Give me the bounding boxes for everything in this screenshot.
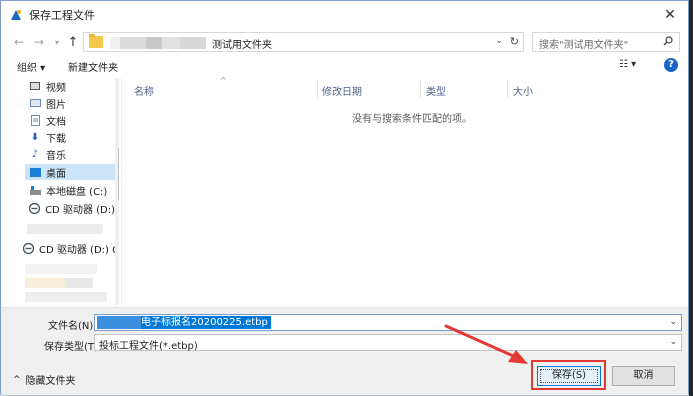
sidebar-item-label: 下载 [46,133,66,145]
chevron-down-icon[interactable]: ⌄ [669,337,677,347]
breadcrumb-current-folder[interactable]: 测试用文件夹 [212,36,272,51]
chevron-down-icon[interactable]: ⌄ [495,36,503,46]
save-options-panel: 文件名(N): 电子标报名20200225.etbp ⌄ 保存类型(T): 投标… [1,307,688,395]
video-icon [29,80,41,92]
sort-ascending-icon: ^ [220,76,227,85]
navigation-pane: 视频 图片 文档 ⬇ 下载 ♪ 音乐 桌面 本地磁盘 (C:) CD 驱动器 (… [11,78,119,305]
cancel-button[interactable]: 取消 [612,366,675,386]
sidebar-item-documents[interactable]: 文档 [29,112,115,128]
recent-locations-button[interactable]: ▾ [49,34,65,50]
sidebar-item-label: 文档 [46,116,66,128]
picture-icon [29,97,41,109]
title-bar: 保存工程文件 ✕ [1,1,688,29]
chevron-down-icon[interactable]: ⌄ [669,317,677,327]
redacted-item [65,278,93,288]
cd-drive-icon [29,202,41,214]
drive-icon [29,184,41,196]
redacted-filename-prefix [97,316,141,329]
redacted-item [25,292,107,302]
column-divider[interactable] [317,80,318,98]
refresh-icon[interactable]: ↻ [510,35,519,48]
sidebar-item-pictures[interactable]: 图片 [29,95,115,111]
column-divider[interactable] [420,80,421,98]
chevron-down-icon: ▾ [54,37,59,47]
organize-button[interactable]: 组织 ▾ [17,59,45,74]
sidebar-item-cd-drive-d-2[interactable]: CD 驱动器 (D:) C [23,240,119,256]
redacted-item [25,278,65,288]
redacted-breadcrumb [180,37,206,49]
sidebar-item-local-disk-c[interactable]: 本地磁盘 (C:) [29,182,115,198]
column-header-name[interactable]: 名称 [134,83,154,98]
arrow-right-icon: → [33,35,45,49]
sidebar-item-videos[interactable]: 视频 [29,78,115,94]
arrow-left-icon: ← [13,35,25,49]
column-header-type[interactable]: 类型 [426,83,446,98]
column-divider[interactable] [507,80,508,98]
desktop-icon [29,166,41,178]
window-title: 保存工程文件 [29,9,95,22]
scrollbar-thumb[interactable] [118,148,119,200]
up-button[interactable]: ↑ [65,34,81,50]
forward-button[interactable]: → [31,34,47,50]
search-placeholder: 搜索"测试用文件夹" [539,40,629,51]
sidebar-item-label: 桌面 [46,168,66,180]
chevron-up-icon: ^ [13,374,21,385]
sidebar-item-music[interactable]: ♪ 音乐 [29,146,115,162]
sidebar-item-label: 图片 [46,99,66,111]
file-list[interactable]: ^ 名称 修改日期 类型 大小 没有与搜索条件匹配的项。 [121,76,681,305]
new-folder-button[interactable]: 新建文件夹 [68,59,118,74]
background-edge [689,0,693,396]
save-button-label: 保存(S) [551,370,587,381]
back-button[interactable]: ← [11,34,27,50]
column-header-size[interactable]: 大小 [513,83,533,98]
save-dialog: 保存工程文件 ✕ ← → ▾ ↑ 测试用文件夹 ⌄ ↻ 搜索"测试用文件夹" 组… [0,0,689,395]
sidebar-item-label: CD 驱动器 (D:) C [39,244,119,256]
address-row: ← → ▾ ↑ 测试用文件夹 ⌄ ↻ 搜索"测试用文件夹" [1,31,688,53]
sidebar-item-desktop[interactable]: 桌面 [25,164,115,180]
sidebar-item-downloads[interactable]: ⬇ 下载 [29,129,115,145]
empty-folder-message: 没有与搜索条件匹配的项。 [352,114,472,125]
search-input[interactable]: 搜索"测试用文件夹" [532,32,680,52]
navigation-scrollbar[interactable]: ⌄ [115,78,119,305]
help-icon[interactable]: ? [664,58,678,72]
sidebar-item-cd-drive-d[interactable]: CD 驱动器 (D:) [29,200,115,216]
folder-icon [89,34,103,48]
redacted-breadcrumb [146,37,162,49]
address-bar[interactable]: 测试用文件夹 ⌄ ↻ [83,32,524,52]
download-icon: ⬇ [30,131,40,143]
music-icon: ♪ [31,148,39,160]
filename-input[interactable]: 电子标报名20200225.etbp ⌄ [94,314,682,331]
sidebar-item-label: 视频 [46,82,66,94]
filetype-label: 保存类型(T): [44,342,102,353]
filetype-select[interactable]: 投标工程文件(*.etbp) ⌄ [94,334,682,352]
redacted-item [25,264,97,274]
close-icon: ✕ [664,7,676,23]
chevron-down-icon[interactable]: ⌄ [118,294,119,303]
redacted-breadcrumb [162,37,180,49]
view-options-button[interactable]: ☷ ▾ [619,59,636,70]
sidebar-item-label: CD 驱动器 (D:) [45,204,115,216]
sidebar-item-label: 音乐 [46,150,66,162]
cd-drive-icon [23,242,34,254]
redacted-breadcrumb [120,37,146,49]
cancel-button-label: 取消 [633,370,654,381]
redacted-item [27,224,103,234]
filename-label: 文件名(N): [48,321,97,332]
command-bar: 组织 ▾ 新建文件夹 ☷ ▾ ? [1,56,688,76]
save-button[interactable]: 保存(S) [537,366,601,386]
redacted-breadcrumb [110,37,120,49]
arrow-up-icon: ↑ [67,34,79,50]
column-header-modified[interactable]: 修改日期 [322,83,362,98]
close-button[interactable]: ✕ [652,1,688,29]
search-icon[interactable] [663,36,673,46]
hide-folders-toggle[interactable]: ^ 隐藏文件夹 [13,372,76,388]
app-icon [9,8,23,22]
document-icon [29,114,41,126]
filetype-value: 投标工程文件(*.etbp) [99,341,198,352]
hide-folders-label: 隐藏文件夹 [25,376,76,387]
sidebar-item-label: 本地磁盘 (C:) [46,186,108,198]
